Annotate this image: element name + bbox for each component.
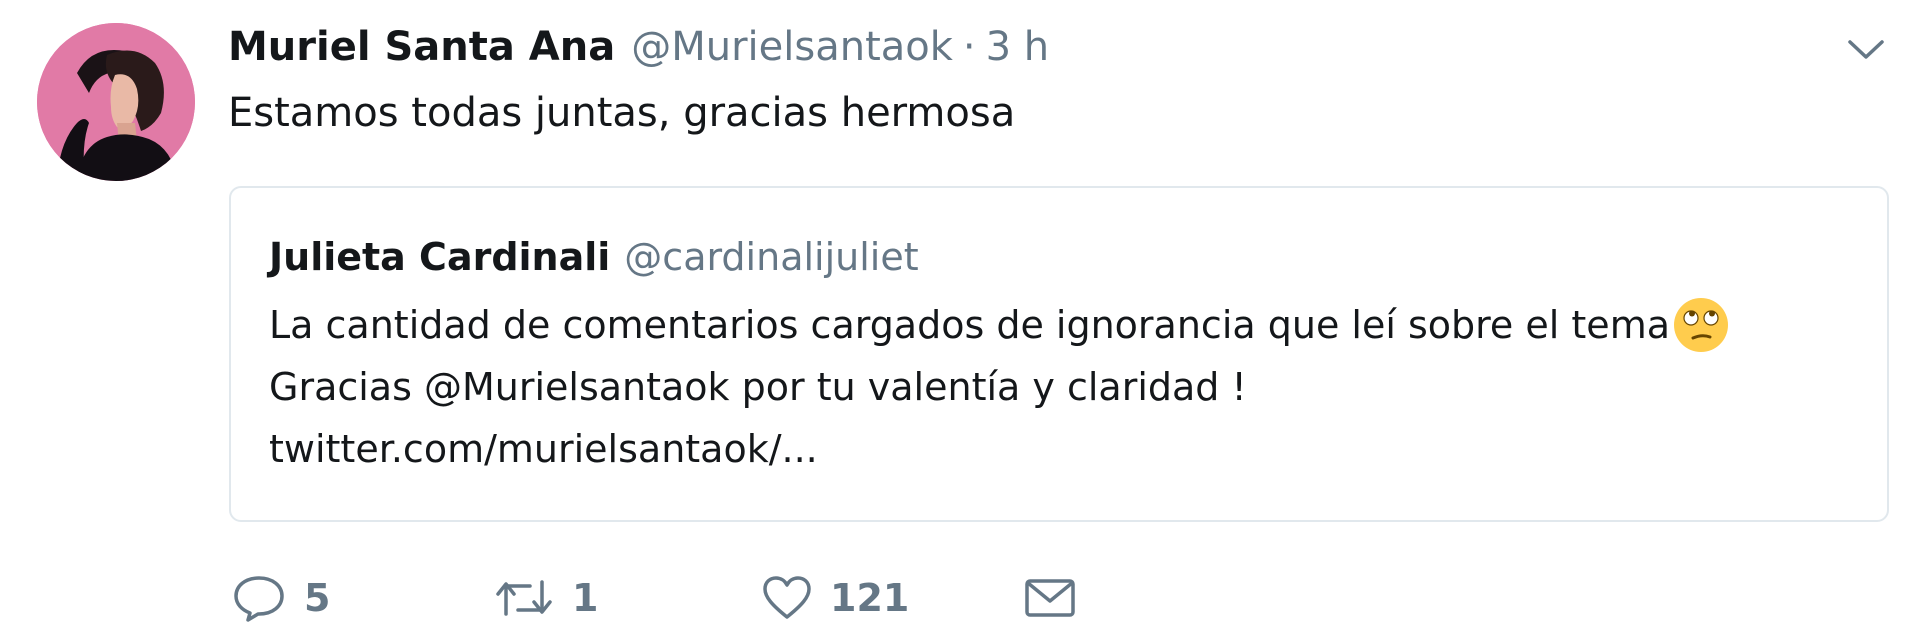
- quoted-line-text: Gracias @Murielsantaok por tu valentía y…: [269, 365, 1247, 409]
- quoted-line: Gracias @Murielsantaok por tu valentía y…: [269, 356, 1730, 418]
- tweet-menu-button[interactable]: [1842, 30, 1890, 70]
- reply-icon: [234, 576, 284, 622]
- quoted-tweet[interactable]: Julieta Cardinali @cardinalijuliet La ca…: [229, 186, 1889, 522]
- direct-message-button[interactable]: [1024, 568, 1076, 628]
- retweet-count: 1: [572, 576, 599, 620]
- quoted-line-text: La cantidad de comentarios cargados de i…: [269, 303, 1670, 347]
- quoted-tweet-header: Julieta Cardinali @cardinalijuliet: [269, 232, 919, 282]
- quoted-author-display-name: Julieta Cardinali: [269, 235, 611, 279]
- like-count: 121: [830, 576, 910, 620]
- quoted-line: twitter.com/murielsantaok/...: [269, 418, 1730, 480]
- quoted-tweet-body: La cantidad de comentarios cargados de i…: [269, 294, 1730, 480]
- quoted-line: La cantidad de comentarios cargados de i…: [269, 294, 1730, 356]
- face-with-rolling-eyes-icon: [1674, 298, 1728, 352]
- tweet[interactable]: Muriel Santa Ana @Murielsantaok · 3 h Es…: [0, 0, 1920, 632]
- reply-count: 5: [304, 576, 331, 620]
- author-avatar[interactable]: [37, 23, 195, 181]
- author-handle[interactable]: @Murielsantaok: [631, 24, 953, 70]
- tweet-header: Muriel Santa Ana @Murielsantaok · 3 h: [228, 20, 1049, 74]
- chevron-down-icon: [1848, 40, 1884, 59]
- reply-button[interactable]: 5: [232, 568, 330, 628]
- retweet-button[interactable]: 1: [494, 568, 598, 628]
- heart-icon: [763, 576, 811, 619]
- retweet-icon: [496, 580, 552, 616]
- tweet-timestamp[interactable]: 3 h: [986, 24, 1050, 70]
- quoted-author-handle: @cardinalijuliet: [624, 235, 919, 279]
- author-display-name[interactable]: Muriel Santa Ana: [228, 24, 615, 70]
- header-separator: ·: [962, 24, 976, 70]
- like-button[interactable]: 121: [762, 568, 909, 628]
- quoted-link-text: twitter.com/murielsantaok/...: [269, 427, 818, 471]
- envelope-icon: [1025, 579, 1075, 617]
- tweet-actions: 5 1 121: [232, 568, 1132, 628]
- tweet-text: Estamos todas juntas, gracias hermosa: [228, 90, 1016, 136]
